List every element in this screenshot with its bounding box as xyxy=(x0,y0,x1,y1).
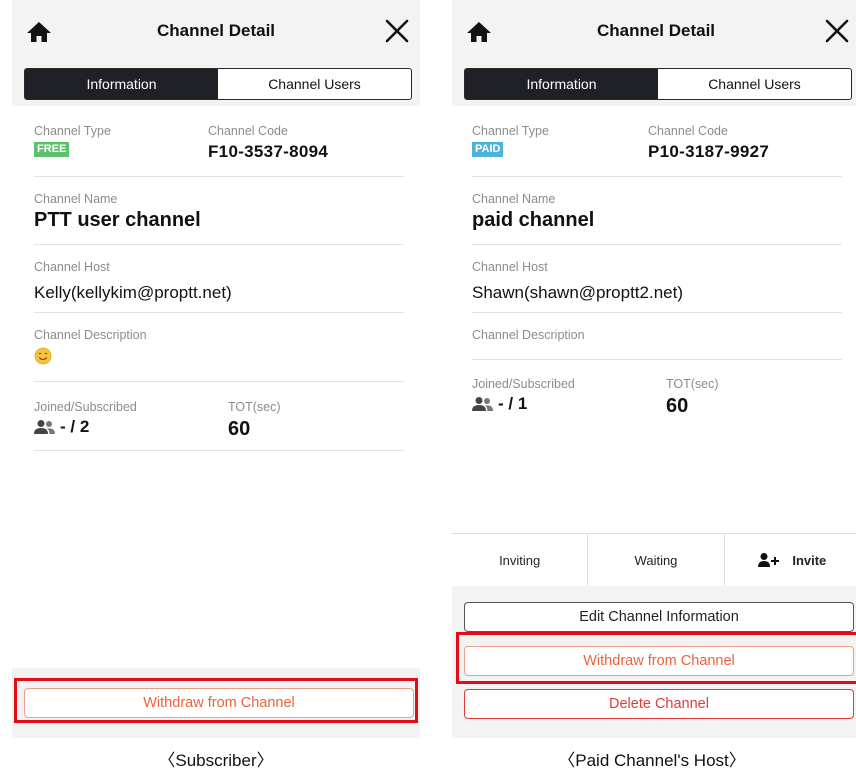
channel-code-field: Channel Code F10-3537-8094 xyxy=(208,124,328,162)
tot-value: 60 xyxy=(228,418,251,440)
channel-name-label: Channel Name xyxy=(34,192,118,206)
channel-name-field: Channel Name PTT user channel xyxy=(34,192,201,232)
withdraw-from-channel-button[interactable]: Withdraw from Channel xyxy=(464,646,854,676)
channel-code-field: Channel Code P10-3187-9927 xyxy=(648,124,769,162)
channel-code-value: P10-3187-9927 xyxy=(648,142,770,161)
add-user-icon xyxy=(758,553,780,567)
divider xyxy=(472,312,842,313)
delete-channel-button[interactable]: Delete Channel xyxy=(464,689,854,719)
home-icon[interactable] xyxy=(26,20,52,44)
channel-host-label: Channel Host xyxy=(472,260,548,274)
invite-button[interactable]: Invite xyxy=(723,534,856,586)
joined-subscribed-field: Joined/Subscribed - / 1 xyxy=(472,377,575,414)
divider xyxy=(34,244,404,245)
tot-value: 60 xyxy=(666,395,689,417)
joined-subscribed-label: Joined/Subscribed xyxy=(472,377,575,391)
divider xyxy=(472,244,842,245)
paid-host-channel-detail-screen: Channel Detail Information Channel Users… xyxy=(452,0,856,738)
tab-inviting[interactable]: Inviting xyxy=(452,534,587,586)
tab-channel-users[interactable]: Channel Users xyxy=(218,69,411,99)
invite-label: Invite xyxy=(792,552,827,568)
channel-name-value: paid channel xyxy=(472,209,595,231)
tot-label: TOT(sec) xyxy=(228,400,281,414)
users-icon xyxy=(34,420,55,434)
channel-host-field: Channel Host Kelly(kellykim@proptt.net) xyxy=(34,260,232,303)
channel-description-field: Channel Description xyxy=(34,328,147,365)
divider xyxy=(34,381,404,382)
home-icon[interactable] xyxy=(466,20,492,44)
channel-code-value: F10-3537-8094 xyxy=(208,142,329,161)
subscriber-channel-detail-screen: Channel Detail Information Channel Users… xyxy=(12,0,420,738)
channel-name-field: Channel Name paid channel xyxy=(472,192,594,232)
caption-subscriber: 〈Subscriber〉 xyxy=(158,751,274,770)
divider xyxy=(34,176,404,177)
segmented-tabs-bar: Information Channel Users xyxy=(452,62,856,106)
caption-paid-channel-host: 〈Paid Channel's Host〉 xyxy=(558,751,746,770)
channel-type-field: Channel Type PAID xyxy=(472,124,549,157)
header-bar: Channel Detail xyxy=(12,0,420,62)
footer-bar: Withdraw from Channel xyxy=(12,668,420,738)
joined-subscribed-value: - / 1 xyxy=(498,394,528,413)
joined-subscribed-value: - / 2 xyxy=(60,417,90,436)
channel-code-label: Channel Code xyxy=(208,124,288,138)
tab-channel-users[interactable]: Channel Users xyxy=(658,69,851,99)
channel-type-field: Channel Type FREE xyxy=(34,124,111,157)
channel-type-label: Channel Type xyxy=(472,124,549,138)
divider xyxy=(34,450,404,451)
channel-description-field: Channel Description xyxy=(472,328,585,342)
channel-description-label: Channel Description xyxy=(34,328,147,342)
channel-host-value: Kelly(kellykim@proptt.net) xyxy=(34,283,232,302)
joined-subscribed-row: - / 1 xyxy=(472,394,575,414)
tab-information[interactable]: Information xyxy=(465,69,658,99)
footer-bar: Edit Channel Information Withdraw from C… xyxy=(452,586,856,738)
channel-name-label: Channel Name xyxy=(472,192,556,206)
withdraw-from-channel-button[interactable]: Withdraw from Channel xyxy=(24,688,414,718)
channel-type-label: Channel Type xyxy=(34,124,111,138)
channel-type-badge: PAID xyxy=(472,142,504,157)
channel-description-label: Channel Description xyxy=(472,328,585,342)
divider xyxy=(472,176,842,177)
edit-channel-information-button[interactable]: Edit Channel Information xyxy=(464,602,854,632)
page-title: Channel Detail xyxy=(156,21,276,40)
member-action-tabs: Inviting Waiting Invite xyxy=(452,533,856,587)
tot-field: TOT(sec) 60 xyxy=(666,377,719,418)
channel-code-label: Channel Code xyxy=(648,124,728,138)
close-icon[interactable] xyxy=(384,18,410,44)
channel-type-badge: FREE xyxy=(34,142,70,157)
divider xyxy=(472,359,842,360)
divider xyxy=(34,312,404,313)
smiley-emoji-icon xyxy=(34,347,52,365)
channel-host-value: Shawn(shawn@proptt2.net) xyxy=(472,283,683,302)
users-icon xyxy=(472,397,493,411)
tot-label: TOT(sec) xyxy=(666,377,719,391)
joined-subscribed-label: Joined/Subscribed xyxy=(34,400,137,414)
segmented-control: Information Channel Users xyxy=(24,68,412,100)
close-icon[interactable] xyxy=(824,18,850,44)
segmented-tabs-bar: Information Channel Users xyxy=(12,62,420,106)
header-bar: Channel Detail xyxy=(452,0,856,62)
joined-subscribed-field: Joined/Subscribed - / 2 xyxy=(34,400,137,437)
channel-host-field: Channel Host Shawn(shawn@proptt2.net) xyxy=(472,260,683,303)
page-title: Channel Detail xyxy=(596,21,716,40)
channel-host-label: Channel Host xyxy=(34,260,110,274)
segmented-control: Information Channel Users xyxy=(464,68,852,100)
tab-waiting[interactable]: Waiting xyxy=(587,534,723,586)
channel-name-value: PTT user channel xyxy=(34,209,201,231)
tab-information[interactable]: Information xyxy=(25,69,218,99)
tot-field: TOT(sec) 60 xyxy=(228,400,281,441)
joined-subscribed-row: - / 2 xyxy=(34,417,137,437)
